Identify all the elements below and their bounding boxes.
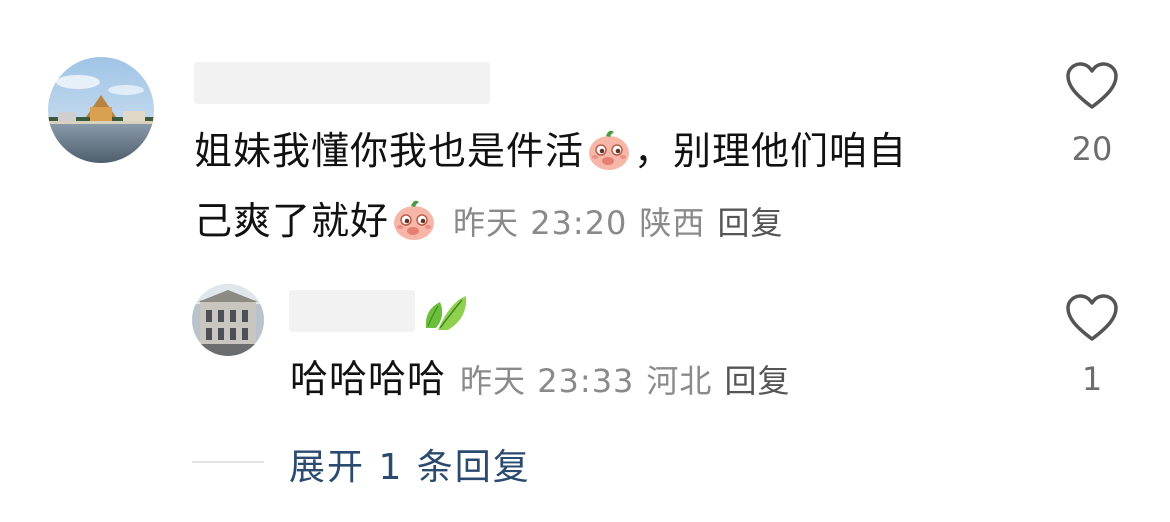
replier-avatar[interactable] [192,284,264,356]
reply-text: 哈哈哈哈 [290,357,447,401]
comment-text-part2: ，别理他们咱自 [634,129,908,173]
comment-text-part1: 姐妹我懂你我也是件活 [194,129,585,173]
comment-reply-button[interactable]: 回复 [717,204,783,242]
comment-meta: 昨天 23:20 陕西 回复 [453,204,795,242]
comment-time: 昨天 23:20 [453,204,628,242]
reply-like-button[interactable] [1064,292,1120,344]
commenter-avatar[interactable] [48,57,154,163]
heart-outline-icon [1066,294,1118,341]
reply-text-row: 哈哈哈哈 昨天 23:33 河北 回复 [290,344,802,416]
comment-text-part3: 己爽了就好 [194,199,390,243]
peach-shy-emoji-icon [586,124,632,170]
reply-time: 昨天 23:33 [460,362,635,400]
comment-location: 陕西 [639,204,706,242]
reply-like-count: 1 [1081,360,1103,398]
heart-outline-icon [1066,62,1118,109]
commenter-name-redacted[interactable] [194,62,490,104]
comment-like-button[interactable] [1064,60,1120,112]
comment-text: 姐妹我懂你我也是件活 ，别理他们咱自 己爽了就好 昨天 23:20 陕西 回复 [194,116,994,258]
replier-name-redacted[interactable] [289,290,415,332]
peach-shy-emoji-icon [391,194,437,240]
leaf-badge-icon [420,288,470,338]
reply-reply-button[interactable]: 回复 [724,362,790,400]
reply-location: 河北 [646,362,713,400]
expand-replies-link[interactable]: 展开 1 条回复 [289,438,531,490]
expand-divider [192,461,264,463]
reply-meta: 昨天 23:33 河北 回复 [460,362,802,400]
comment-like-count: 20 [1071,130,1113,168]
